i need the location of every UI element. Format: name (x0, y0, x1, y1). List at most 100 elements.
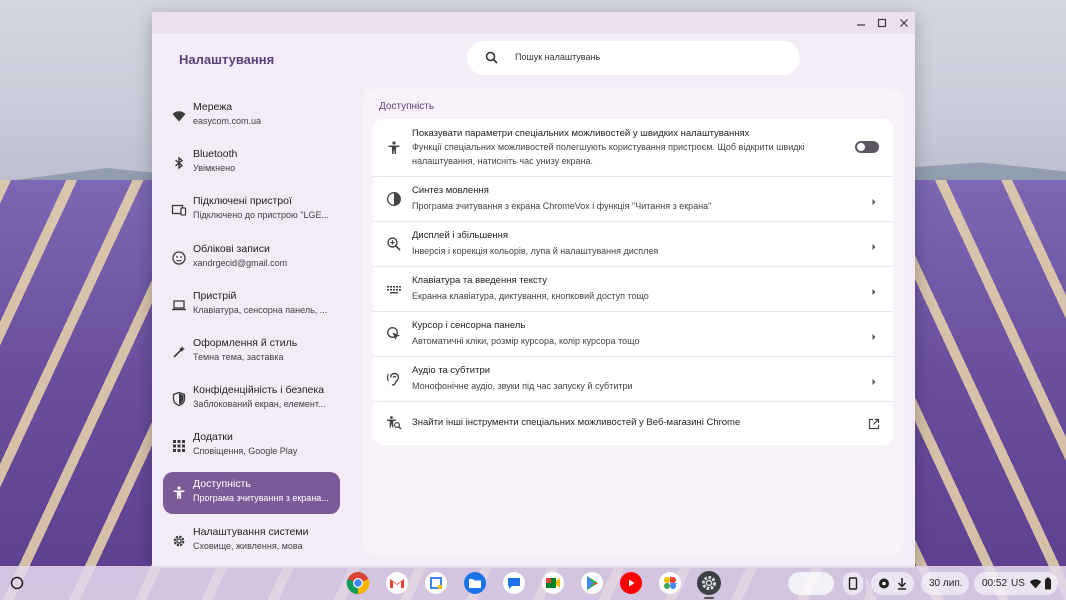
sidebar-item-title: Доступність (193, 478, 251, 490)
youtube-icon[interactable] (619, 571, 643, 595)
date-pod[interactable]: 30 лип. (921, 572, 969, 595)
row-title: Показувати параметри спеціальних можливо… (412, 128, 750, 139)
external-link-icon[interactable] (868, 417, 880, 430)
messages-icon[interactable] (502, 571, 526, 595)
sidebar-item-privacy[interactable]: Конфіденційність і безпека Заблокований … (163, 378, 340, 420)
launcher-icon[interactable] (9, 575, 25, 591)
keyboard-input-row[interactable]: Клавіатура та введення тексту Екранна кл… (373, 267, 893, 312)
shelf: 30 лип. 00:52 US (0, 566, 1066, 600)
chevron-right-icon (870, 374, 878, 385)
sidebar-item-subtitle: Заблокований екран, елемент... (193, 399, 326, 409)
chevron-right-icon (870, 239, 878, 250)
row-description: Функції спеціальних можливостей полегшую… (412, 142, 805, 166)
app-title: Налаштування (179, 52, 275, 67)
hearing-icon (386, 371, 402, 387)
account-icon (171, 250, 187, 266)
sidebar-item-title: Додатки (193, 431, 233, 443)
holding-space-thumbnail[interactable] (788, 572, 834, 595)
sidebar-item-title: Облікові записи (193, 243, 270, 255)
quick-settings-toggle[interactable] (855, 141, 879, 153)
zoom-in-icon (386, 236, 402, 252)
minimize-icon[interactable] (853, 15, 869, 31)
running-indicator (704, 597, 714, 599)
sidebar-item-subtitle: Увімкнено (193, 163, 236, 173)
toggle-knob (857, 143, 865, 151)
search-icon (484, 50, 500, 66)
maximize-icon[interactable] (874, 15, 890, 31)
settings-icon[interactable] (697, 571, 721, 595)
chrome-icon[interactable] (346, 571, 370, 595)
section-heading: Доступність (379, 101, 435, 112)
accessibility-icon (171, 485, 187, 501)
sidebar-item-bluetooth[interactable]: Bluetooth Увімкнено (163, 142, 340, 184)
sidebar-item-title: Підключені пристрої (193, 195, 292, 207)
accessibility-icon (386, 140, 402, 156)
sidebar-item-network[interactable]: Мережа easycom.com.ua (163, 95, 340, 137)
sidebar-item-system[interactable]: Налаштування системи Сховище, живлення, … (163, 520, 340, 562)
cursor-touchpad-row[interactable]: Курсор і сенсорна панель Автоматичні клі… (373, 312, 893, 357)
meet-icon[interactable] (541, 571, 565, 595)
chevron-right-icon (870, 284, 878, 295)
row-title: Знайти інші інструменти спеціальних можл… (412, 417, 741, 428)
battery-icon (1044, 577, 1052, 590)
sidebar-item-device[interactable]: Пристрій Клавіатура, сенсорна панель, ..… (163, 284, 340, 326)
sidebar-item-apps[interactable]: Додатки Сповіщення, Google Play (163, 425, 340, 467)
sidebar-item-title: Мережа (193, 101, 233, 113)
settings-window: Налаштування Пошук налаштувань Мережа ea… (152, 12, 915, 568)
tray-icons[interactable] (871, 572, 914, 595)
row-description: Програма зчитування з екрана ChromeVox і… (412, 201, 712, 211)
chevron-right-icon (870, 194, 878, 205)
time-label: 00:52 (982, 578, 1008, 589)
sidebar-item-title: Конфіденційність і безпека (193, 384, 325, 396)
locale-label: US (1011, 578, 1025, 589)
sidebar-item-subtitle: Сховище, живлення, мова (193, 541, 303, 551)
calendar-icon[interactable] (424, 571, 448, 595)
row-title: Дисплей і збільшення (412, 230, 508, 241)
close-icon[interactable] (896, 15, 912, 31)
row-title: Синтез мовлення (412, 185, 489, 196)
search-placeholder: Пошук налаштувань (515, 52, 601, 62)
quick-settings-accessibility-row[interactable]: Показувати параметри спеціальних можливо… (373, 119, 893, 177)
sidebar-item-title: Bluetooth (193, 148, 238, 160)
sidebar-item-connected-devices[interactable]: Підключені пристрої Підключено до пристр… (163, 189, 340, 231)
connected-devices-icon (171, 202, 187, 218)
sidebar-item-accounts[interactable]: Облікові записи xandrgecid@gmail.com (163, 237, 340, 279)
palette-icon (171, 344, 187, 360)
apps-grid-icon (171, 438, 187, 454)
sidebar-item-title: Пристрій (193, 290, 237, 302)
text-to-speech-row[interactable]: Синтез мовлення Програма зчитування з ек… (373, 177, 893, 222)
sidebar-item-title: Оформлення й стиль (193, 337, 298, 349)
play-store-icon[interactable] (580, 571, 604, 595)
wifi-icon (171, 108, 187, 124)
chrome-web-store-link-row[interactable]: Знайти інші інструменти спеціальних можл… (373, 402, 893, 445)
row-description: Інверсія і корекція кольорів, лупа й нал… (412, 246, 659, 256)
chevron-right-icon (870, 329, 878, 340)
sidebar-item-accessibility[interactable]: Доступність Програма зчитування з екрана… (163, 472, 340, 514)
accessibility-panel: Доступність Показувати параметри спеціал… (363, 89, 904, 555)
sidebar-item-subtitle: easycom.com.ua (193, 116, 262, 126)
photos-icon[interactable] (658, 571, 682, 595)
audio-captions-row[interactable]: Аудіо та субтитри Монофонічне аудіо, зву… (373, 357, 893, 402)
bluetooth-icon (171, 155, 187, 171)
settings-card: Показувати параметри спеціальних можливо… (373, 119, 893, 445)
keyboard-icon (386, 281, 402, 297)
sidebar-item-title: Налаштування системи (193, 526, 309, 538)
files-icon[interactable] (463, 571, 487, 595)
laptop-icon (171, 297, 187, 313)
status-area[interactable]: 00:52 US (974, 572, 1058, 595)
sidebar-item-subtitle: Програма зчитування з екрана... (193, 493, 329, 503)
sidebar-item-subtitle: Підключено до пристрою "LGE... (193, 210, 329, 220)
sidebar-item-subtitle: Темна тема, заставка (193, 352, 284, 362)
row-description: Автоматичні кліки, розмір курсора, колір… (412, 336, 640, 346)
phone-hub-icon[interactable] (843, 572, 863, 595)
gmail-icon[interactable] (385, 571, 409, 595)
wifi-icon (1029, 577, 1042, 590)
shield-icon (171, 391, 187, 407)
row-title: Курсор і сенсорна панель (412, 320, 526, 331)
row-description: Екранна клавіатура, диктування, кнопкови… (412, 291, 649, 301)
gear-icon (171, 533, 187, 549)
search-input[interactable]: Пошук налаштувань (467, 41, 800, 75)
sidebar-item-personalization[interactable]: Оформлення й стиль Темна тема, заставка (163, 331, 340, 373)
display-magnification-row[interactable]: Дисплей і збільшення Інверсія і корекція… (373, 222, 893, 267)
sidebar-item-subtitle: xandrgecid@gmail.com (193, 258, 288, 268)
